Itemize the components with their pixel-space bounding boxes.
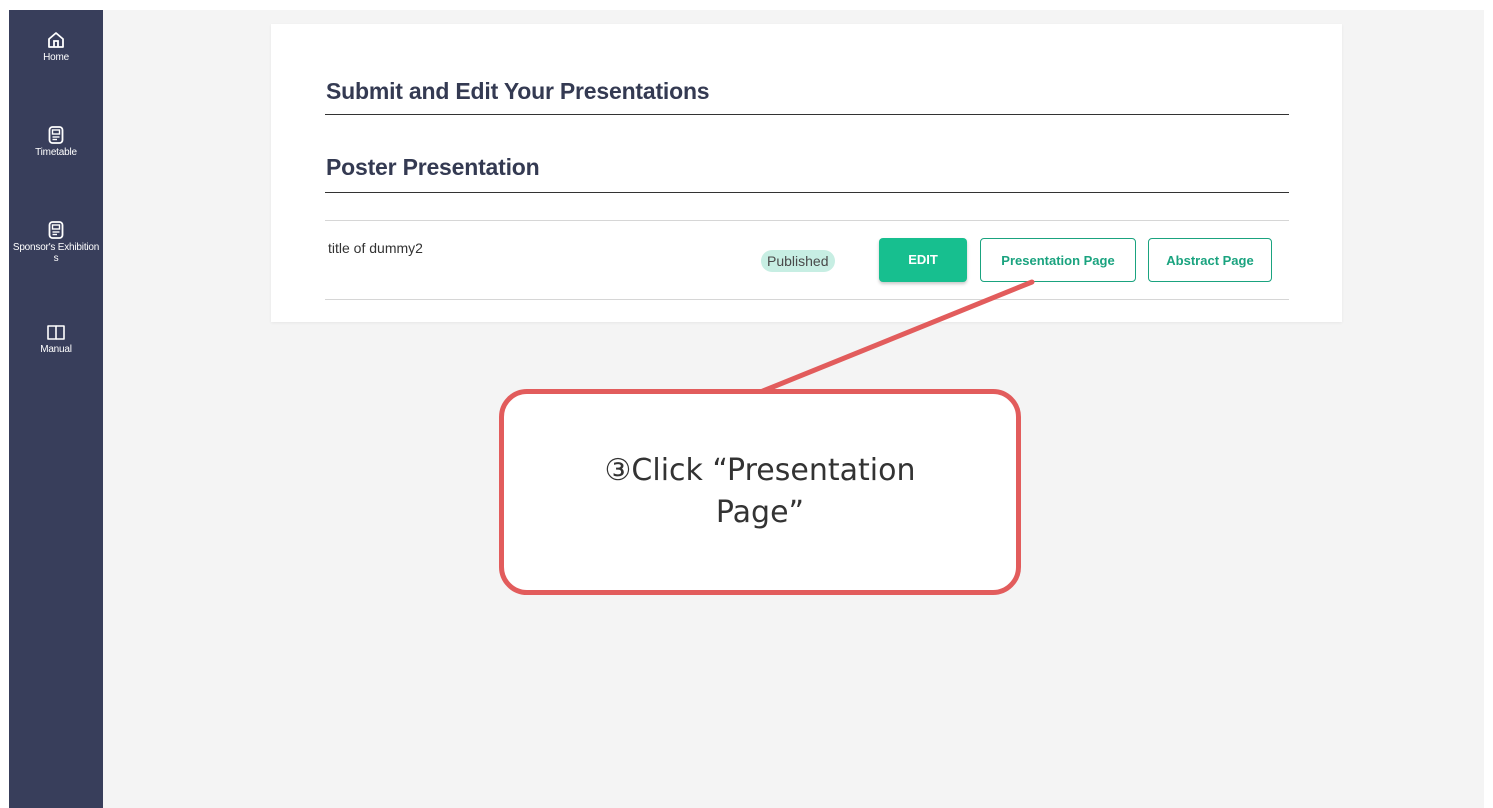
home-icon: [48, 32, 64, 48]
section-title: Poster Presentation: [326, 154, 540, 180]
instruction-callout: ③Click “Presentation Page”: [499, 389, 1021, 595]
row-bottom-divider: [325, 299, 1289, 300]
sidebar-item-label: Sponsor's Exhibitions: [12, 242, 100, 264]
presentation-title: title of dummy2: [328, 240, 423, 256]
title-divider: [325, 114, 1289, 115]
book-icon: [47, 325, 65, 340]
section-divider: [325, 192, 1289, 193]
presentation-page-button[interactable]: Presentation Page: [980, 238, 1136, 282]
sidebar-item-manual[interactable]: Manual: [9, 322, 103, 355]
sidebar-item-timetable[interactable]: Timetable: [9, 125, 103, 158]
document-icon: [48, 126, 64, 144]
page-title: Submit and Edit Your Presentations: [326, 78, 710, 104]
edit-button[interactable]: EDIT: [879, 238, 967, 282]
sidebar-item-label: Manual: [40, 344, 72, 355]
sidebar-item-home[interactable]: Home: [9, 30, 103, 63]
sidebar-item-sponsors-exhibitions[interactable]: Sponsor's Exhibitions: [9, 220, 103, 264]
abstract-page-button[interactable]: Abstract Page: [1148, 238, 1272, 282]
callout-text: ③Click “Presentation Page”: [604, 453, 916, 530]
status-badge: Published: [761, 250, 835, 272]
document-icon: [48, 221, 64, 239]
sidebar-item-label: Timetable: [35, 147, 77, 158]
row-top-divider: [325, 220, 1289, 221]
presentations-card: Submit and Edit Your Presentations Poste…: [271, 24, 1342, 322]
sidebar-item-label: Home: [43, 52, 69, 63]
sidebar: Home Timetable Sponsor's Exhibitions Man…: [9, 10, 103, 808]
